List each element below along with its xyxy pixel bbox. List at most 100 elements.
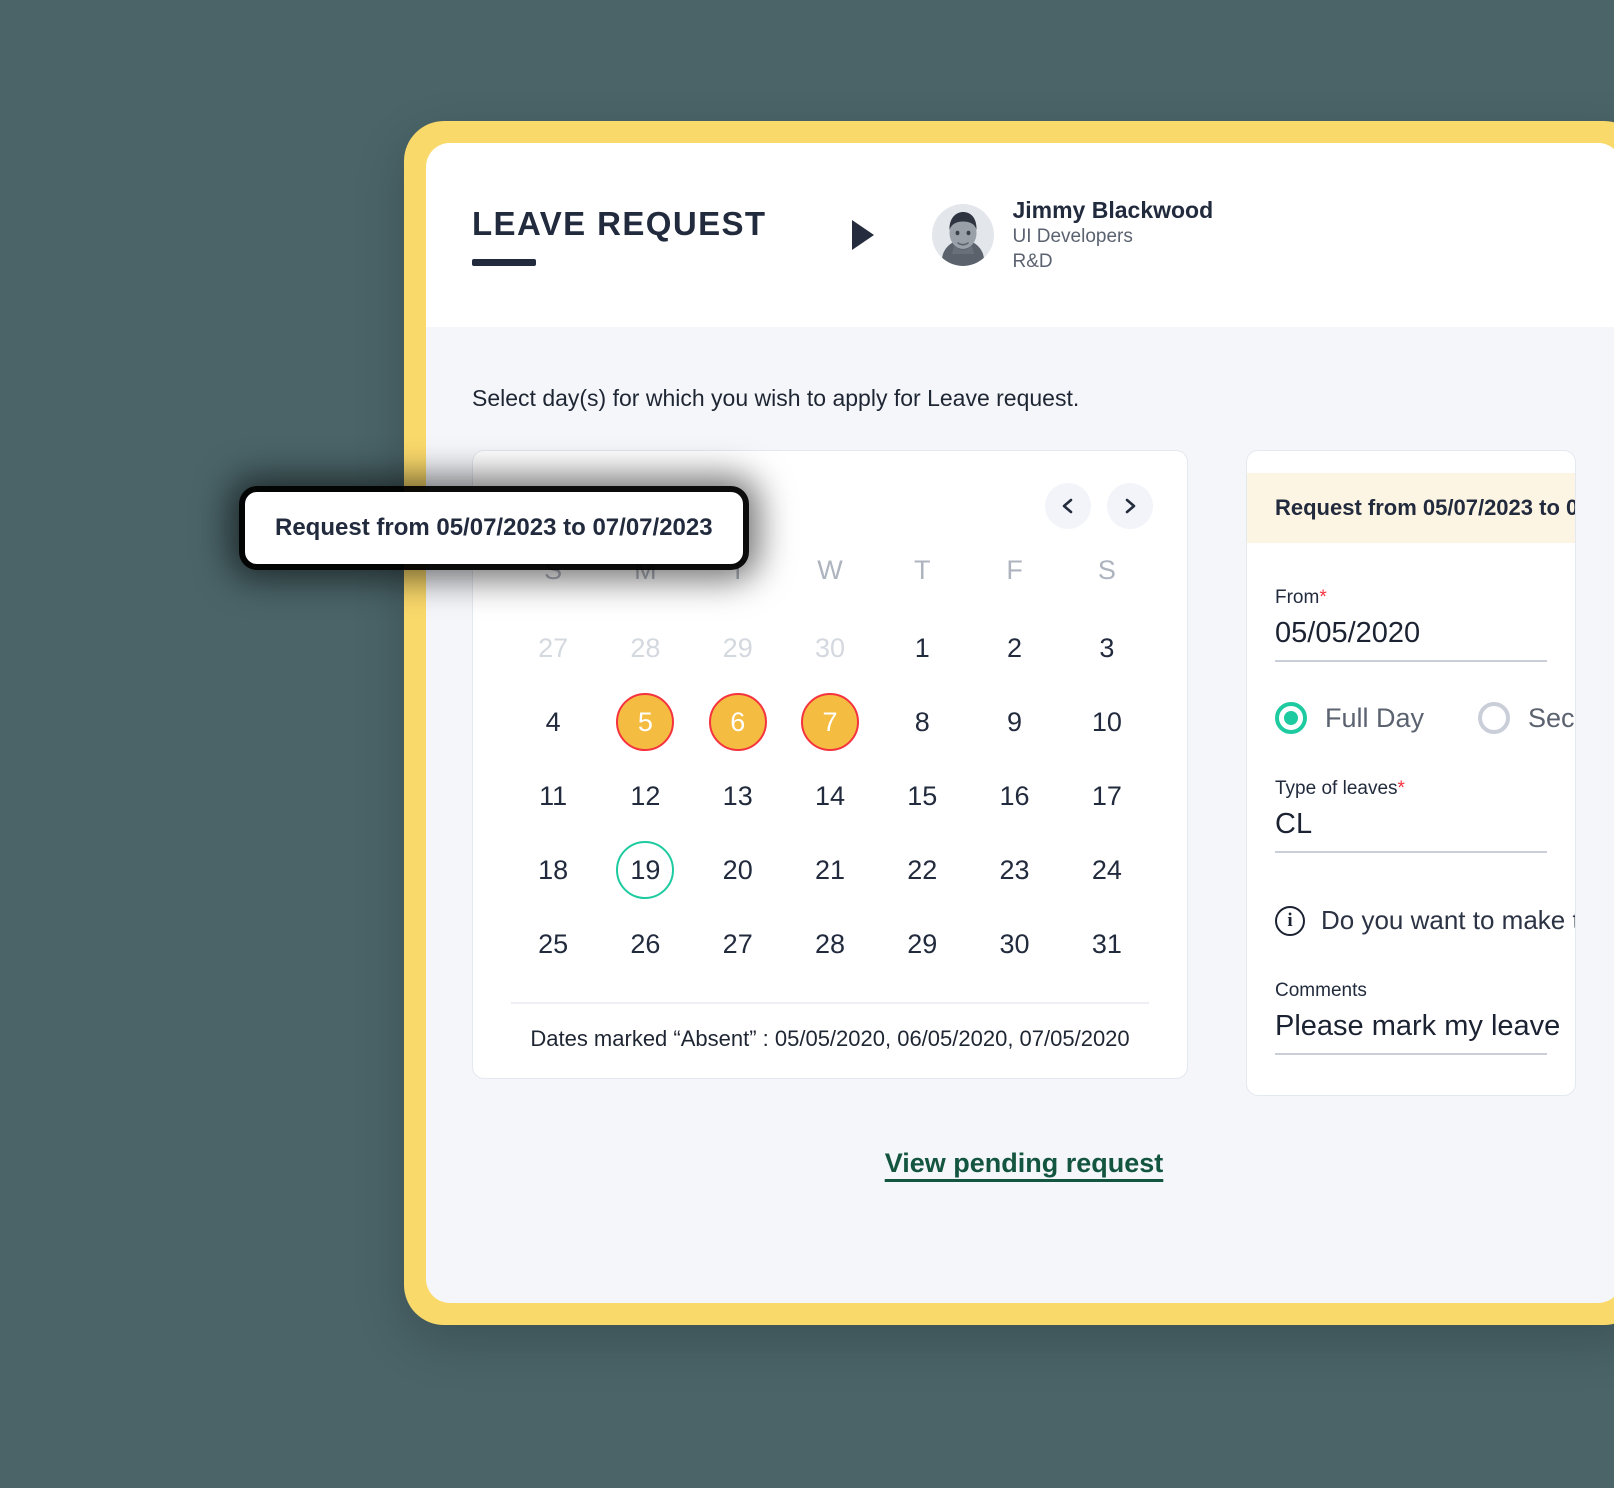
calendar-day-label: 30 bbox=[814, 632, 845, 663]
calendar-day-label: 1 bbox=[914, 632, 930, 663]
page-title: LEAVE REQUEST bbox=[472, 204, 767, 242]
calendar-day-label: 2 bbox=[1007, 632, 1023, 663]
comments-value[interactable]: Please mark my leave bbox=[1275, 1010, 1560, 1055]
calendar-day-2[interactable]: 2 bbox=[968, 614, 1060, 682]
calendar-day-label: 19 bbox=[616, 841, 675, 899]
calendar-day-31[interactable]: 31 bbox=[1061, 910, 1153, 978]
divider bbox=[511, 1002, 1149, 1004]
calendar-day-8[interactable]: 8 bbox=[876, 688, 968, 756]
calendar-day-13[interactable]: 13 bbox=[692, 762, 784, 830]
radio-indicator-icon bbox=[1478, 702, 1511, 734]
day-type-radio-group: Full Day Second Half bbox=[1275, 702, 1575, 734]
required-marker: * bbox=[1397, 778, 1405, 799]
calendar-day-label: 8 bbox=[914, 706, 930, 737]
chevron-left-icon bbox=[1062, 498, 1073, 514]
calendar-day-label: 23 bbox=[999, 854, 1030, 885]
calendar-day-label: 15 bbox=[907, 780, 938, 811]
request-range-banner: Request from 05/07/2023 to 07/07/2023 bbox=[1247, 473, 1575, 543]
from-label: From* bbox=[1275, 587, 1327, 608]
calendar-day-label: 21 bbox=[814, 854, 845, 885]
from-field: From* 05/05/2020 bbox=[1275, 587, 1547, 662]
calendar-day-5[interactable]: 5 bbox=[599, 688, 691, 756]
calendar-day-14[interactable]: 14 bbox=[784, 762, 876, 830]
calendar-day-26[interactable]: 26 bbox=[599, 910, 691, 978]
user-department: R&D bbox=[1012, 250, 1053, 272]
calendar-day-30[interactable]: 30 bbox=[968, 910, 1060, 978]
calendar-day-19[interactable]: 19 bbox=[599, 836, 691, 904]
calendar-day-18[interactable]: 18 bbox=[507, 836, 599, 904]
calendar-day-label: 29 bbox=[907, 928, 938, 959]
footer-actions: View pending request bbox=[472, 1148, 1576, 1179]
calendar-day-12[interactable]: 12 bbox=[599, 762, 691, 830]
calendar-day-21[interactable]: 21 bbox=[784, 836, 876, 904]
prev-month-button[interactable] bbox=[1045, 483, 1091, 529]
calendar-day-3[interactable]: 3 bbox=[1061, 614, 1153, 682]
type-of-leaves-label: Type of leaves* bbox=[1275, 778, 1405, 799]
absent-dates-note: Dates marked “Absent” : 05/05/2020, 06/0… bbox=[530, 1026, 1130, 1051]
calendar-day-4[interactable]: 4 bbox=[507, 688, 599, 756]
calendar-day-label: 7 bbox=[800, 693, 859, 751]
calendar-day-label: 25 bbox=[538, 928, 569, 959]
user-details: Jimmy Blackwood UI Developers R&D bbox=[1012, 196, 1213, 274]
user-role: UI Developers bbox=[1012, 226, 1133, 248]
calendar-day-6[interactable]: 6 bbox=[692, 688, 784, 756]
calendar-day-17[interactable]: 17 bbox=[1061, 762, 1153, 830]
calendar-day-label: 27 bbox=[538, 632, 569, 663]
calendar-day-label: 30 bbox=[999, 928, 1030, 959]
calendar-day-label: 29 bbox=[722, 632, 753, 663]
weekday-label-4: T bbox=[914, 555, 931, 585]
play-triangle-icon bbox=[852, 220, 875, 250]
calendar-day-label: 6 bbox=[708, 693, 767, 751]
calendar-day-27[interactable]: 27 bbox=[692, 910, 784, 978]
calendar-day-1[interactable]: 1 bbox=[876, 614, 968, 682]
calendar-day-24[interactable]: 24 bbox=[1061, 836, 1153, 904]
from-value[interactable]: 05/05/2020 bbox=[1275, 617, 1547, 662]
calendar-day-20[interactable]: 20 bbox=[692, 836, 784, 904]
calendar-day-29[interactable]: 29 bbox=[876, 910, 968, 978]
calendar-day-label: 4 bbox=[545, 706, 561, 737]
calendar-day-16[interactable]: 16 bbox=[968, 762, 1060, 830]
calendar-day-label: 13 bbox=[722, 780, 753, 811]
radio-option-full-day[interactable]: Full Day bbox=[1275, 702, 1424, 734]
form-fields: From* 05/05/2020 Full Day Second Half Typ… bbox=[1247, 587, 1575, 1055]
calendar-day-label: 28 bbox=[814, 928, 845, 959]
calendar-week-row: 4 5 6 7 8 9 10 bbox=[507, 688, 1153, 756]
calendar-day-27: 27 bbox=[507, 614, 599, 682]
calendar-day-label: 10 bbox=[1091, 706, 1122, 737]
calendar-day-22[interactable]: 22 bbox=[876, 836, 968, 904]
calendar-day-9[interactable]: 9 bbox=[968, 688, 1060, 756]
calendar-day-label: 31 bbox=[1091, 928, 1122, 959]
half-day-info-text: Do you want to make this a half day? bbox=[1321, 905, 1575, 935]
calendar-day-label: 11 bbox=[539, 780, 568, 811]
calendar-day-label: 5 bbox=[616, 693, 675, 751]
avatar bbox=[932, 204, 995, 266]
weekday-label-5: F bbox=[1006, 555, 1023, 585]
calendar-day-28[interactable]: 28 bbox=[784, 910, 876, 978]
calendar-day-10[interactable]: 10 bbox=[1061, 688, 1153, 756]
calendar-week-row: 27 28 29 30 1 2 3 bbox=[507, 614, 1153, 682]
calendar-week-row: 11 12 13 14 15 16 17 bbox=[507, 762, 1153, 830]
required-marker: * bbox=[1319, 587, 1327, 608]
calendar-day-25[interactable]: 25 bbox=[507, 910, 599, 978]
weekday-label-6: S bbox=[1097, 555, 1116, 585]
calendar-day-30: 30 bbox=[784, 614, 876, 682]
user-profile[interactable]: Jimmy Blackwood UI Developers R&D bbox=[932, 196, 1213, 274]
radio-option-second-half[interactable]: Second Half bbox=[1478, 702, 1575, 734]
next-month-button[interactable] bbox=[1107, 483, 1153, 529]
radio-option-label: Full Day bbox=[1325, 702, 1425, 733]
calendar-day-label: 24 bbox=[1091, 854, 1122, 885]
radio-indicator-icon bbox=[1275, 702, 1307, 734]
info-circle-icon: i bbox=[1275, 905, 1305, 936]
calendar-day-7[interactable]: 7 bbox=[784, 688, 876, 756]
view-pending-request-link[interactable]: View pending request bbox=[885, 1148, 1164, 1179]
comments-label: Comments bbox=[1275, 980, 1367, 1001]
request-form-panel: Request from 05/07/2023 to 07/07/2023 Fr… bbox=[1246, 450, 1576, 1096]
calendar-day-23[interactable]: 23 bbox=[968, 836, 1060, 904]
calendar-day-15[interactable]: 15 bbox=[876, 762, 968, 830]
calendar-day-11[interactable]: 11 bbox=[507, 762, 599, 830]
type-of-leaves-value[interactable]: CL bbox=[1275, 808, 1547, 853]
page-header: LEAVE REQUEST Jimmy Blackwood UI Develop… bbox=[426, 143, 1614, 327]
page-title-group: LEAVE REQUEST bbox=[472, 205, 766, 266]
calendar-day-29: 29 bbox=[692, 614, 784, 682]
calendar-day-label: 16 bbox=[999, 780, 1030, 811]
